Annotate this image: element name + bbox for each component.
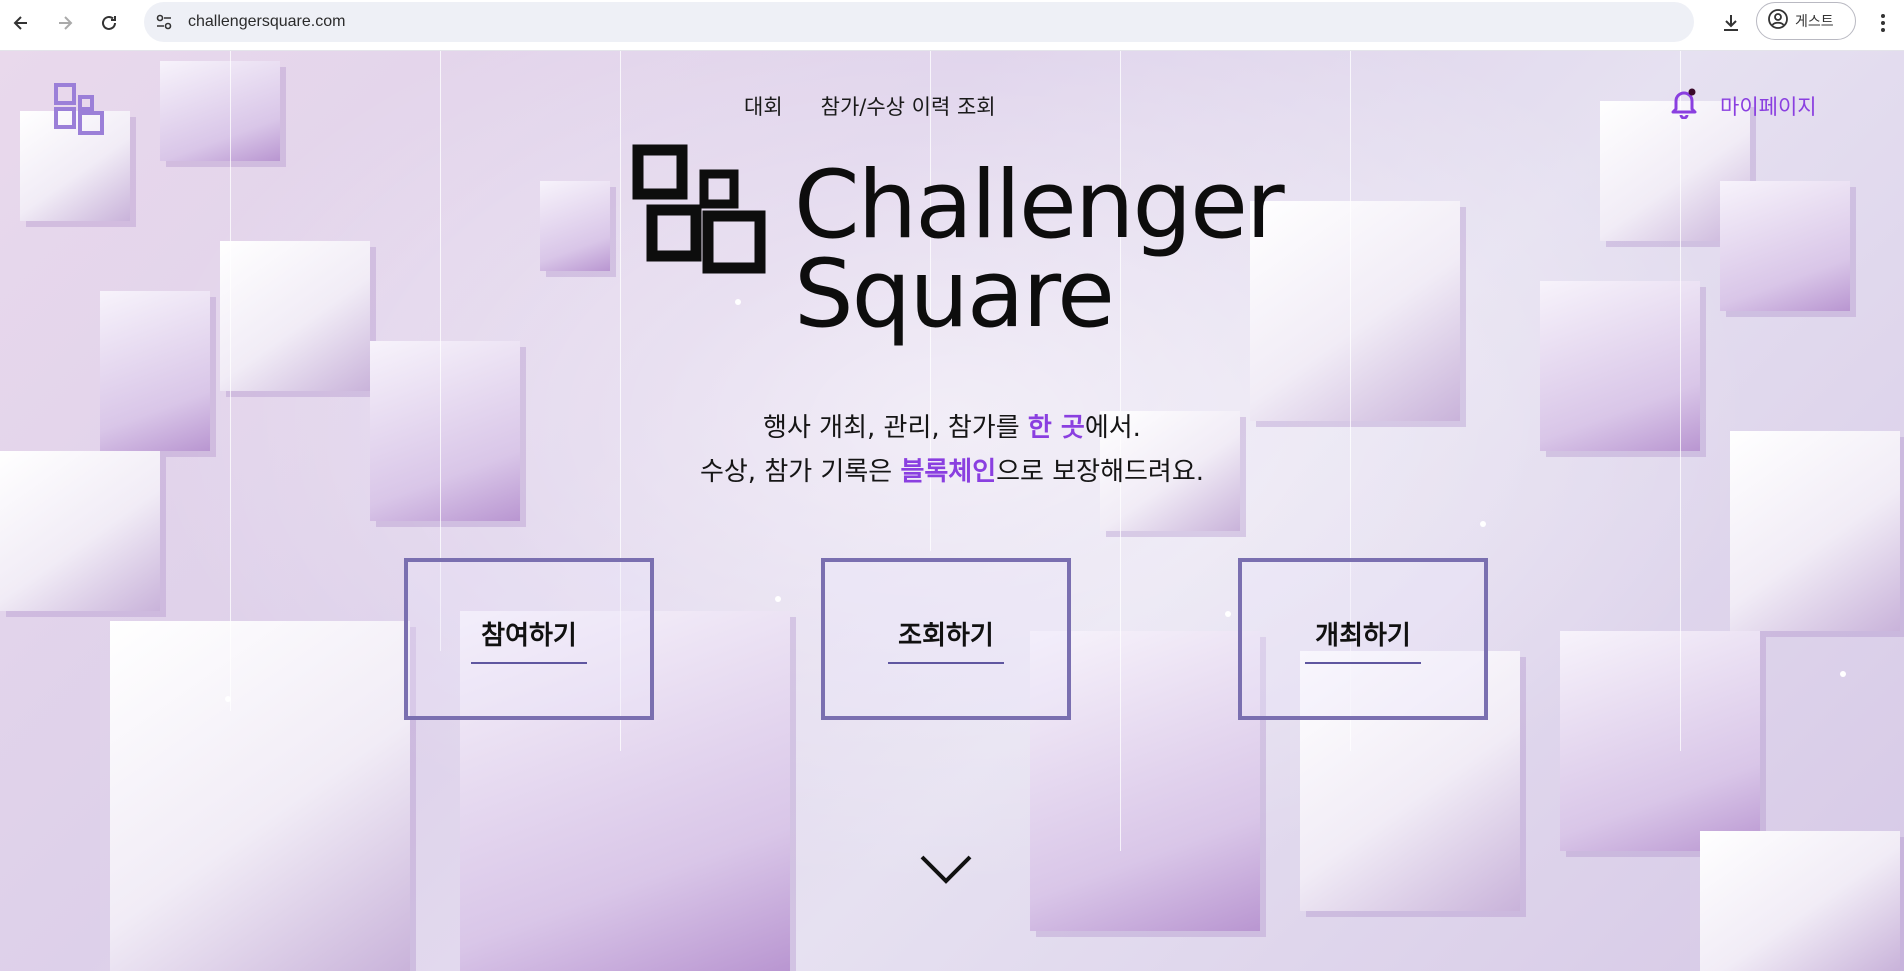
- nav-history-lookup[interactable]: 참가/수상 이력 조회: [821, 91, 996, 121]
- reload-icon[interactable]: [94, 8, 124, 38]
- profile-icon: [1767, 8, 1789, 34]
- participate-button[interactable]: 참여하기: [404, 558, 654, 720]
- forward-arrow-icon[interactable]: [50, 8, 80, 38]
- chevron-down-icon[interactable]: [918, 851, 974, 887]
- host-button[interactable]: 개최하기: [1238, 558, 1488, 720]
- lookup-button[interactable]: 조회하기: [821, 558, 1071, 720]
- nav-competitions[interactable]: 대회: [744, 91, 783, 121]
- browser-toolbar: challengersquare.com 게스트: [0, 0, 1904, 51]
- logo-icon[interactable]: [54, 83, 106, 135]
- more-vert-icon[interactable]: [1872, 8, 1894, 38]
- address-bar[interactable]: challengersquare.com: [144, 2, 1694, 42]
- hero-section: 대회 참가/수상 이력 조회 마이페이지 Challenger Square 행…: [0, 51, 1904, 971]
- tagline-line-2: 수상, 참가 기록은 블록체인으로 보장해드려요.: [699, 457, 1205, 487]
- participate-button-label: 참여하기: [471, 615, 587, 664]
- brand-logo-icon: [632, 144, 782, 284]
- download-icon[interactable]: [1716, 8, 1746, 38]
- profile-label: 게스트: [1795, 14, 1834, 30]
- site-settings-icon[interactable]: [154, 12, 174, 32]
- tagline-line-1: 행사 개최, 관리, 참가를 한 곳에서.: [763, 413, 1141, 443]
- top-navigation: 대회 참가/수상 이력 조회: [744, 91, 996, 121]
- brand-line-2: Square: [794, 240, 1115, 350]
- mypage-link[interactable]: 마이페이지: [1720, 91, 1817, 121]
- back-arrow-icon[interactable]: [6, 8, 36, 38]
- lookup-button-label: 조회하기: [888, 615, 1004, 664]
- brand-line-1: Challenger: [794, 151, 1285, 260]
- url-text[interactable]: challengersquare.com: [188, 13, 345, 31]
- profile-button[interactable]: 게스트: [1756, 2, 1856, 40]
- brand-wordmark: Challenger Square: [794, 151, 1285, 350]
- host-button-label: 개최하기: [1305, 615, 1421, 664]
- bell-icon[interactable]: [1670, 87, 1698, 120]
